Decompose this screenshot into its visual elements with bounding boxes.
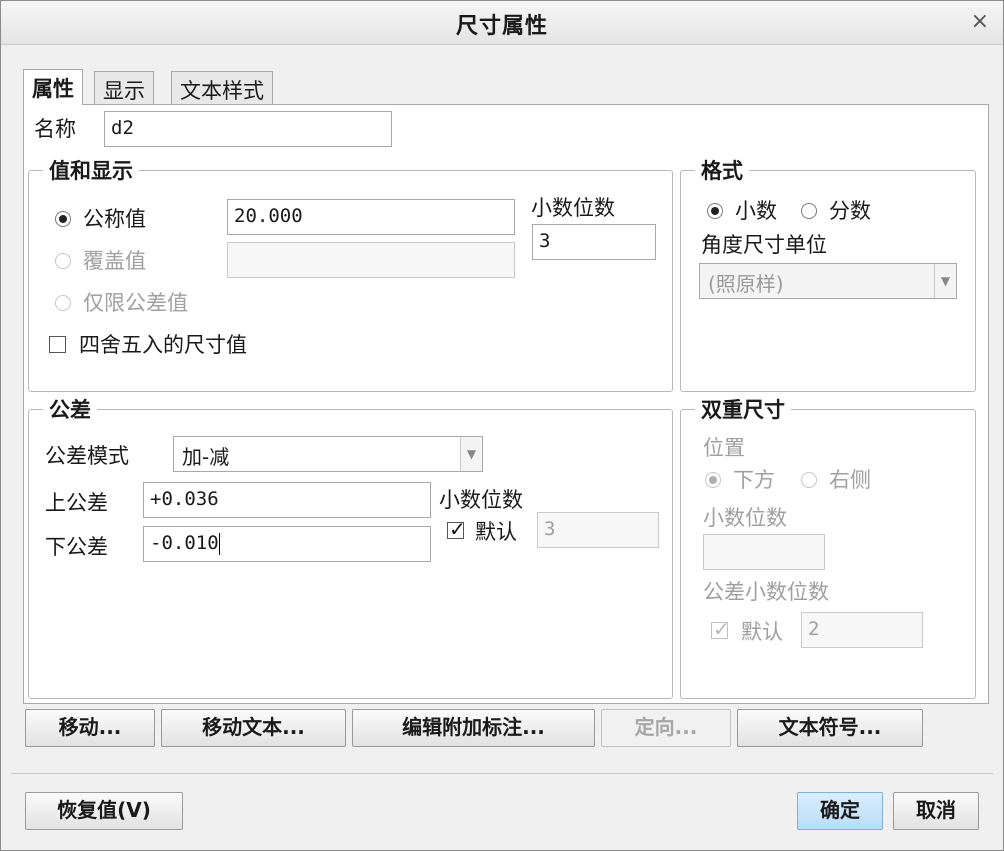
format-title: 格式: [695, 155, 749, 185]
lower-tolerance-field[interactable]: -0.010: [143, 526, 431, 562]
right-side-radio[interactable]: [801, 472, 817, 488]
lower-tolerance-value: -0.010: [150, 532, 219, 554]
angle-unit-select[interactable]: (照原样) ▼: [699, 263, 957, 299]
tolerance-only-label: 仅限公差值: [83, 291, 188, 315]
nominal-value-field[interactable]: 20.000: [227, 199, 515, 235]
tab-text-style[interactable]: 文本样式: [171, 71, 273, 105]
tolerance-mode-select[interactable]: 加-减 ▼: [173, 436, 483, 472]
ok-button[interactable]: 确定: [797, 792, 883, 830]
tab-display[interactable]: 显示: [94, 71, 154, 105]
dual-dimension-group: 双重尺寸 位置 下方 右侧 小数位数 公差小数位数 ✓ 默认 2: [680, 394, 976, 699]
value-display-group: 值和显示 公称值 20.000 覆盖值 仅限公差值 四舍五入的尺寸值 小数位数 …: [28, 155, 673, 392]
tolerance-default-label: 默认: [475, 520, 517, 544]
dual-default-label: 默认: [741, 620, 783, 644]
upper-tolerance-label: 上公差: [45, 491, 108, 515]
dual-tol-decimals-label: 公差小数位数: [703, 580, 829, 604]
close-icon[interactable]: ×: [971, 9, 989, 34]
override-value-field[interactable]: [227, 242, 515, 278]
orient-button[interactable]: 定向...: [601, 709, 731, 747]
dual-decimals-field[interactable]: [703, 534, 825, 570]
move-text-button[interactable]: 移动文本...: [161, 709, 346, 747]
text-symbol-button[interactable]: 文本符号...: [737, 709, 923, 747]
chevron-down-icon[interactable]: ▼: [460, 437, 482, 471]
tolerance-mode-value: 加-减: [182, 445, 230, 469]
tab-properties[interactable]: 属性: [23, 69, 83, 105]
properties-pane: 名称 d2 值和显示 公称值 20.000 覆盖值 仅限公差值 四舍五入的尺寸值…: [23, 104, 989, 704]
override-value-label: 覆盖值: [83, 249, 146, 273]
upper-tolerance-field[interactable]: +0.036: [143, 482, 431, 518]
angle-unit-label: 角度尺寸单位: [701, 233, 827, 257]
decimals-label: 小数位数: [531, 196, 615, 220]
dual-dimension-title: 双重尺寸: [695, 394, 791, 424]
nominal-value-label: 公称值: [83, 207, 146, 231]
right-side-label: 右侧: [829, 468, 871, 492]
name-label: 名称: [34, 117, 76, 141]
tolerance-default-checkbox[interactable]: ✓: [447, 517, 466, 541]
value-display-title: 值和显示: [43, 155, 139, 185]
restore-button[interactable]: 恢复值(V): [25, 792, 183, 830]
check-icon: ✓: [713, 617, 730, 641]
decimal-label: 小数: [735, 199, 777, 223]
tolerance-title: 公差: [43, 394, 97, 424]
fraction-radio[interactable]: [801, 203, 817, 219]
lower-tolerance-label: 下公差: [45, 535, 108, 559]
dialog-title: 尺寸属性: [455, 14, 548, 39]
nominal-value-radio[interactable]: [55, 211, 71, 227]
tolerance-decimals-field[interactable]: 3: [537, 512, 659, 548]
dual-tol-decimals-field[interactable]: 2: [801, 612, 923, 648]
below-label: 下方: [733, 468, 775, 492]
separator: [11, 773, 993, 774]
chevron-down-icon[interactable]: ▼: [934, 264, 956, 298]
dual-default-checkbox[interactable]: ✓: [711, 617, 730, 641]
decimals-field[interactable]: 3: [532, 224, 656, 260]
dialog-content: 属性 显示 文本样式 名称 d2 值和显示 公称值 20.000 覆盖值 仅限公…: [11, 57, 995, 765]
tolerance-only-radio[interactable]: [55, 295, 71, 311]
round-value-checkbox[interactable]: [49, 336, 66, 353]
cancel-button[interactable]: 取消: [893, 792, 979, 830]
decimal-radio[interactable]: [707, 203, 723, 219]
text-caret: [218, 532, 220, 555]
move-button[interactable]: 移动...: [25, 709, 155, 747]
check-icon: ✓: [449, 517, 466, 541]
round-value-label: 四舍五入的尺寸值: [79, 333, 247, 357]
dual-position-label: 位置: [703, 436, 745, 460]
fraction-label: 分数: [829, 199, 871, 223]
edit-note-button[interactable]: 编辑附加标注...: [352, 709, 595, 747]
tolerance-decimals-label: 小数位数: [439, 488, 523, 512]
tolerance-group: 公差 公差模式 加-减 ▼ 上公差 +0.036 下公差 -0.010 小数位数…: [28, 394, 673, 699]
angle-unit-value: (照原样): [708, 272, 784, 296]
title-bar[interactable]: 尺寸属性 ×: [1, 1, 1003, 45]
tolerance-mode-label: 公差模式: [45, 444, 129, 468]
dual-decimals-label: 小数位数: [703, 506, 787, 530]
name-field[interactable]: d2: [104, 111, 392, 147]
format-group: 格式 小数 分数 角度尺寸单位 (照原样) ▼: [680, 155, 976, 392]
dimension-properties-dialog: 尺寸属性 × 属性 显示 文本样式 名称 d2 值和显示 公称值 20.000 …: [0, 0, 1004, 851]
below-radio[interactable]: [705, 472, 721, 488]
override-value-radio[interactable]: [55, 253, 71, 269]
